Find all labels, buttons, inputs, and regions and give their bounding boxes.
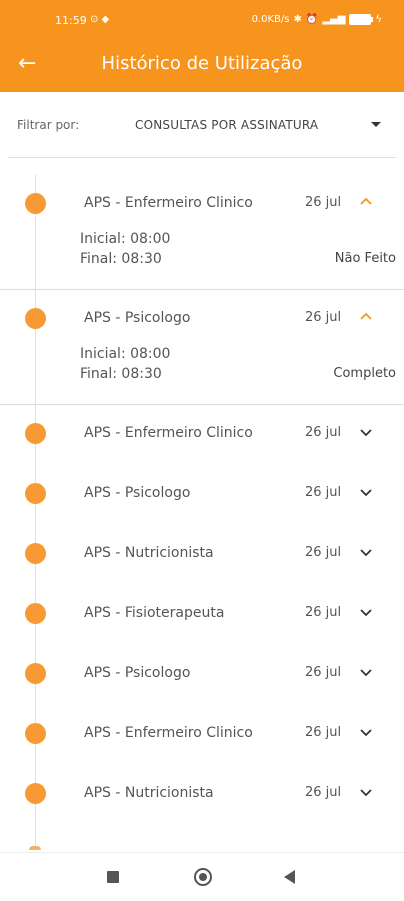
history-item-header[interactable]: APS - Enfermeiro Clinico 26 jul xyxy=(0,405,404,465)
chevron-up-icon[interactable] xyxy=(360,312,372,322)
status-label: Não Feito xyxy=(334,251,396,266)
back-icon[interactable] xyxy=(284,870,295,884)
status-right: 0.0KB/s ✱ ⏰ ▂▄▆ ϟ xyxy=(252,14,382,25)
status-label: Completo xyxy=(333,366,396,381)
appointment-name: APS - Nutricionista xyxy=(84,785,214,801)
appointment-name: APS - Fisioterapeuta xyxy=(84,605,225,621)
appointment-date: 26 jul xyxy=(305,485,342,500)
timeline-dot xyxy=(25,783,46,804)
chevron-up-icon[interactable] xyxy=(360,197,372,207)
appointment-name: APS - Enfermeiro Clinico xyxy=(84,195,253,211)
timeline-dot xyxy=(25,193,46,214)
timeline-dot xyxy=(25,308,46,329)
appointment-name: APS - Psicologo xyxy=(84,310,191,326)
history-item-header[interactable]: APS - Psicologo 26 jul xyxy=(0,465,404,525)
appointment-name: APS - Enfermeiro Clinico xyxy=(84,425,253,441)
notification-icons: ⊙ ◆ xyxy=(90,14,110,25)
appointment-date: 26 jul xyxy=(305,545,342,560)
alarm-icon: ⏰ xyxy=(305,14,319,25)
network-speed: 0.0KB/s xyxy=(251,14,290,25)
timeline-dot xyxy=(25,543,46,564)
chevron-down-icon[interactable] xyxy=(360,667,372,677)
appointment-date: 26 jul xyxy=(305,665,342,680)
timeline-dot xyxy=(25,423,46,444)
start-time: Inicial: 08:00 xyxy=(80,231,171,247)
history-item[interactable]: APS - Enfermeiro Clinico 26 jul xyxy=(0,705,404,765)
appointment-date: 26 jul xyxy=(305,725,342,740)
chevron-down-icon[interactable] xyxy=(360,427,372,437)
history-item-header[interactable]: APS - Fisioterapeuta 26 jul xyxy=(0,585,404,645)
chevron-down-icon[interactable] xyxy=(360,727,372,737)
recents-icon[interactable] xyxy=(107,871,119,883)
history-item-header[interactable]: APS - Psicologo 26 jul xyxy=(0,645,404,705)
system-nav-bar xyxy=(0,852,404,901)
history-item-detail: Inicial: 08:00 Final: 08:30 Completo xyxy=(0,346,404,404)
appointment-date: 26 jul xyxy=(305,425,342,440)
appointment-date: 26 jul xyxy=(305,310,342,325)
home-icon[interactable] xyxy=(194,868,212,886)
charging-icon: ϟ xyxy=(375,14,382,25)
end-time: Final: 08:30 xyxy=(80,366,162,382)
history-item[interactable]: APS - Enfermeiro Clinico 26 jul Inicial: 0… xyxy=(0,175,404,290)
appointment-date: 26 jul xyxy=(305,785,342,800)
history-item-header[interactable]: APS - Enfermeiro Clinico 26 jul xyxy=(0,175,404,233)
dropdown-caret-icon[interactable] xyxy=(371,122,381,127)
history-item-header[interactable]: APS - Psicologo 26 jul xyxy=(0,290,404,348)
filter-label: Filtrar por: xyxy=(17,118,80,132)
timeline-dot xyxy=(25,483,46,504)
appointment-date: 26 jul xyxy=(305,195,342,210)
bluetooth-icon: ✱ xyxy=(293,14,302,25)
app-bar: ← Histórico de Utilização xyxy=(0,40,404,92)
status-time: 11:59 xyxy=(55,14,87,27)
appointment-name: APS - Nutricionista xyxy=(84,545,214,561)
usage-history-list: APS - Enfermeiro Clinico 26 jul Inicial: 0… xyxy=(0,175,404,825)
timeline-dot xyxy=(25,723,46,744)
filter-bar: Filtrar por: CONSULTAS POR ASSINATURA xyxy=(0,92,404,158)
history-item[interactable]: APS - Psicologo 26 jul xyxy=(0,645,404,705)
start-time: Inicial: 08:00 xyxy=(80,346,171,362)
appointment-name: APS - Enfermeiro Clinico xyxy=(84,725,253,741)
history-item-header[interactable]: APS - Nutricionista 26 jul xyxy=(0,765,404,825)
history-item[interactable]: APS - Nutricionista 26 jul xyxy=(0,525,404,585)
chevron-down-icon[interactable] xyxy=(360,607,372,617)
signal-icon: ▂▄▆ xyxy=(322,14,346,25)
divider xyxy=(8,157,396,158)
history-item-detail: Inicial: 08:00 Final: 08:30 Não Feito xyxy=(0,231,404,289)
appointment-name: APS - Psicologo xyxy=(84,485,191,501)
history-item[interactable]: APS - Psicologo 26 jul Inicial: 08:00 Final… xyxy=(0,290,404,405)
filter-dropdown[interactable]: CONSULTAS POR ASSINATURA xyxy=(135,118,318,132)
status-bar: 11:59 ⊙ ◆ 0.0KB/s ✱ ⏰ ▂▄▆ ϟ xyxy=(0,0,404,40)
history-item[interactable]: APS - Psicologo 26 jul xyxy=(0,465,404,525)
history-item[interactable]: APS - Nutricionista 26 jul xyxy=(0,765,404,825)
history-item-header[interactable]: APS - Nutricionista 26 jul xyxy=(0,525,404,585)
history-item-header[interactable]: APS - Enfermeiro Clinico 26 jul xyxy=(0,705,404,765)
appointment-date: 26 jul xyxy=(305,605,342,620)
chevron-down-icon[interactable] xyxy=(360,787,372,797)
end-time: Final: 08:30 xyxy=(80,251,162,267)
battery-icon xyxy=(349,14,374,25)
history-item[interactable]: APS - Fisioterapeuta 26 jul xyxy=(0,585,404,645)
timeline-dot xyxy=(25,603,46,624)
timeline-dot xyxy=(25,663,46,684)
page-title: Histórico de Utilização xyxy=(101,53,303,74)
chevron-down-icon[interactable] xyxy=(360,547,372,557)
appointment-name: APS - Psicologo xyxy=(84,665,191,681)
timeline-dot xyxy=(29,846,41,850)
chevron-down-icon[interactable] xyxy=(360,487,372,497)
history-item[interactable]: APS - Enfermeiro Clinico 26 jul xyxy=(0,405,404,465)
